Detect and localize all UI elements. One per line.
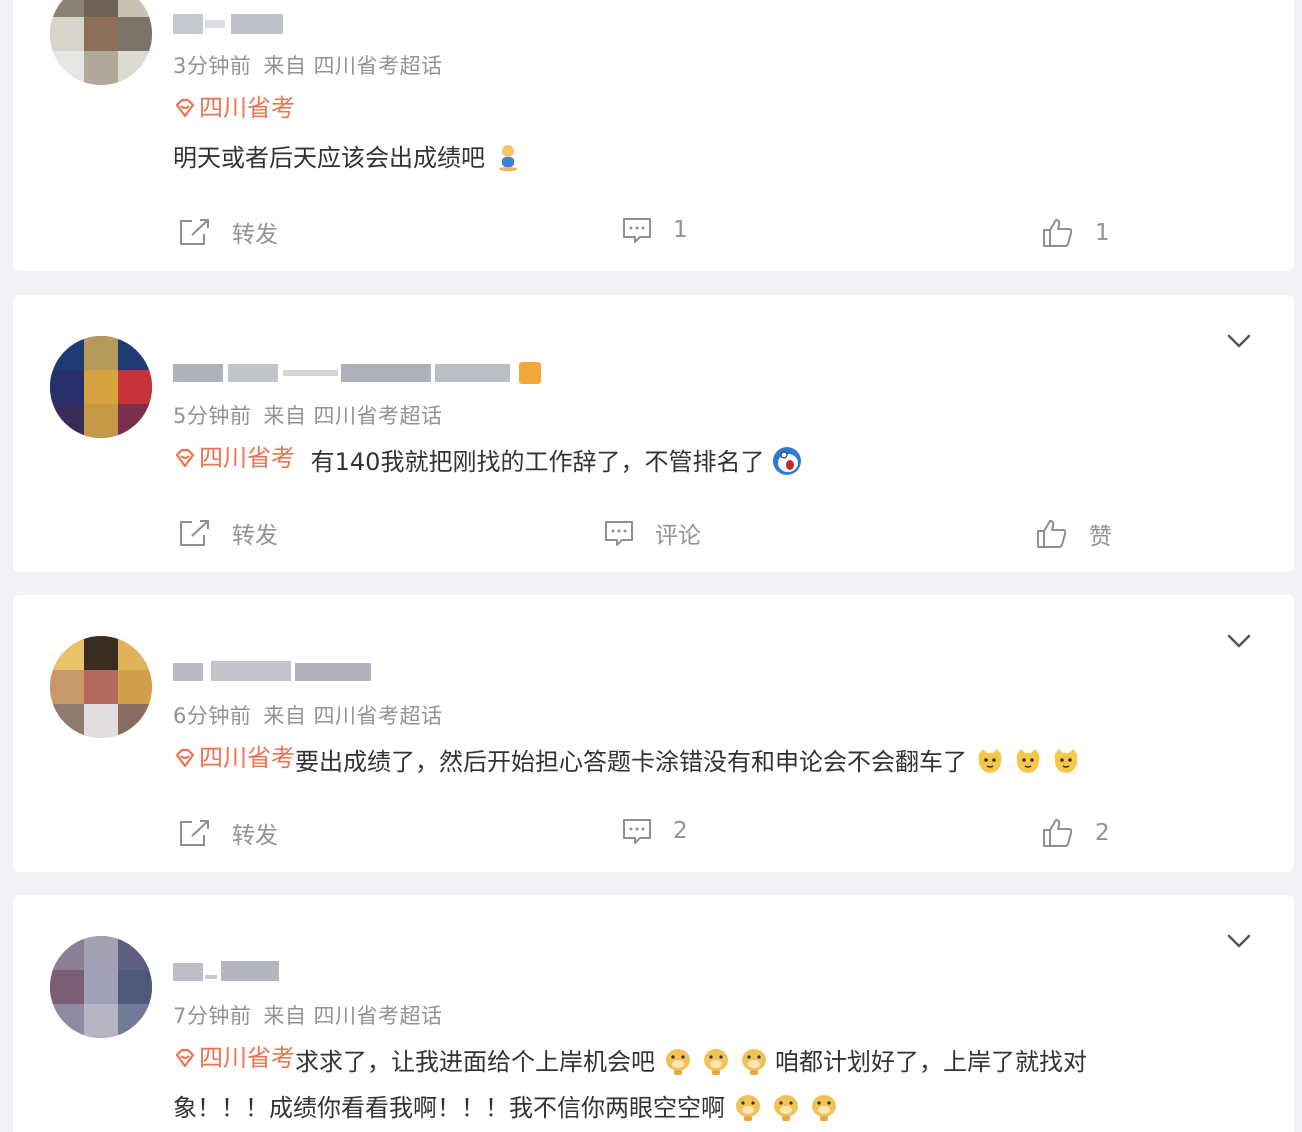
- content-text: 明天或者后天应该会出成绩吧: [173, 144, 485, 172]
- thumbs-up-icon: [1043, 219, 1073, 247]
- avatar[interactable]: [50, 336, 152, 438]
- chevron-down-icon[interactable]: [1224, 626, 1254, 656]
- post-time[interactable]: 6分钟前: [173, 704, 251, 728]
- like-count: 1: [1095, 220, 1110, 246]
- comment-icon: [623, 819, 651, 844]
- repost-button[interactable]: 转发: [178, 215, 278, 249]
- like-label: 赞: [1089, 524, 1112, 550]
- cat-emoji-icon: [1016, 749, 1040, 773]
- cat-emoji-icon: [978, 749, 1002, 773]
- chevron-down-icon[interactable]: [1224, 926, 1254, 956]
- super-topic-icon: [175, 748, 195, 768]
- figure-emoji-icon: [499, 145, 517, 171]
- avatar[interactable]: [50, 936, 152, 1038]
- repost-label: 转发: [232, 523, 278, 549]
- post-card: 5分钟前 来自 四川省考超话 四川省考 有140我就把刚找的工作辞了，不管排名了 …: [13, 295, 1294, 572]
- post-meta: 5分钟前 来自 四川省考超话: [173, 400, 443, 430]
- comment-label: 评论: [655, 523, 701, 549]
- post-time[interactable]: 5分钟前: [173, 404, 251, 428]
- post-meta: 7分钟前 来自 四川省考超话: [173, 1000, 443, 1030]
- comment-icon: [623, 218, 651, 243]
- comment-count: 2: [673, 818, 688, 844]
- thumbs-up-icon: [1043, 819, 1073, 847]
- comment-count: 1: [673, 217, 688, 243]
- avatar[interactable]: [50, 0, 152, 85]
- repost-label: 转发: [232, 222, 278, 248]
- post-content: 四川省考: [173, 83, 295, 137]
- topic-link[interactable]: 四川省考: [173, 433, 295, 483]
- username-blurred[interactable]: [173, 358, 553, 384]
- username-blurred[interactable]: [173, 657, 383, 683]
- content-text: 要出成绩了，然后开始担心答题卡涂错没有和申论会不会翻车了: [295, 748, 967, 776]
- post-time[interactable]: 7分钟前: [173, 1004, 251, 1028]
- like-button[interactable]: 2: [1041, 817, 1110, 849]
- comment-button[interactable]: 评论: [603, 516, 701, 550]
- super-topic-icon: [175, 98, 195, 118]
- topic-link[interactable]: 四川省考: [173, 1033, 295, 1083]
- username-blurred[interactable]: [173, 10, 293, 36]
- repost-button[interactable]: 转发: [178, 816, 278, 850]
- content-text: 咱都计划好了，上岸了就找对: [775, 1048, 1087, 1076]
- post-content: 四川省考 要出成绩了，然后开始担心答题卡涂错没有和申论会不会翻车了: [173, 733, 1081, 787]
- doge-pray-emoji-icon: [742, 1049, 766, 1075]
- username-blurred[interactable]: [173, 957, 293, 983]
- chevron-down-icon[interactable]: [1224, 326, 1254, 356]
- repost-icon: [180, 820, 209, 846]
- comment-button[interactable]: 1: [621, 215, 688, 245]
- content-text: 象！！！成绩你看看我啊！！！我不信你两眼空空啊: [173, 1094, 725, 1122]
- comment-icon: [605, 521, 633, 546]
- doge-pray-emoji-icon: [736, 1095, 760, 1121]
- post-card: 3分钟前 来自 四川省考超话 四川省考 明天或者后天应该会出成绩吧 转发 1 1: [13, 0, 1294, 271]
- repost-button[interactable]: 转发: [178, 516, 278, 550]
- post-content: 四川省考 求求了，让我进面给个上岸机会吧 咱都计划好了，上岸了就找对: [173, 1033, 1087, 1087]
- post-meta: 6分钟前 来自 四川省考超话: [173, 700, 443, 730]
- doge-pray-emoji-icon: [812, 1095, 836, 1121]
- post-content: 四川省考 有140我就把刚找的工作辞了，不管排名了: [173, 433, 802, 487]
- post-source[interactable]: 来自 四川省考超话: [263, 1004, 442, 1028]
- repost-label: 转发: [232, 823, 278, 849]
- post-content: 象！！！成绩你看看我啊！！！我不信你两眼空空啊: [173, 1083, 839, 1132]
- post-meta: 3分钟前 来自 四川省考超话: [173, 50, 443, 80]
- content-text: 有140我就把刚找的工作辞了，不管排名了: [310, 448, 765, 476]
- repost-icon: [180, 520, 209, 546]
- topic-label: 四川省考: [199, 94, 295, 122]
- avatar[interactable]: [50, 636, 152, 738]
- doge-pray-emoji-icon: [774, 1095, 798, 1121]
- comment-button[interactable]: 2: [621, 816, 688, 846]
- post-card: 6分钟前 来自 四川省考超话 四川省考 要出成绩了，然后开始担心答题卡涂错没有和申…: [13, 595, 1294, 872]
- doraemon-emoji-icon: [773, 447, 802, 475]
- doge-pray-emoji-icon: [666, 1049, 690, 1075]
- post-time[interactable]: 3分钟前: [173, 54, 251, 78]
- topic-link[interactable]: 四川省考: [173, 733, 295, 783]
- topic-label: 四川省考: [199, 1044, 295, 1072]
- super-topic-icon: [175, 1048, 195, 1068]
- repost-icon: [180, 219, 209, 245]
- post-source[interactable]: 来自 四川省考超话: [263, 54, 442, 78]
- thumbs-up-icon: [1037, 520, 1067, 548]
- doge-pray-emoji-icon: [704, 1049, 728, 1075]
- post-source[interactable]: 来自 四川省考超话: [263, 704, 442, 728]
- like-button[interactable]: 赞: [1035, 517, 1112, 551]
- post-card: 7分钟前 来自 四川省考超话 四川省考 求求了，让我进面给个上岸机会吧 咱都计划好了…: [13, 895, 1294, 1132]
- like-count: 2: [1095, 820, 1110, 846]
- post-source[interactable]: 来自 四川省考超话: [263, 404, 442, 428]
- topic-label: 四川省考: [199, 444, 295, 472]
- topic-link[interactable]: 四川省考: [173, 83, 295, 133]
- like-button[interactable]: 1: [1041, 217, 1110, 249]
- post-content: 明天或者后天应该会出成绩吧: [173, 133, 523, 183]
- weibo-comment-feed: 3分钟前来自 四川省考超话 四川省考 明天或者后天应该会出成绩吧 转发 1 1: [0, 0, 1302, 1132]
- content-text: 求求了，让我进面给个上岸机会吧: [295, 1048, 655, 1076]
- cat-emoji-icon: [1054, 749, 1078, 773]
- super-topic-icon: [175, 448, 195, 468]
- topic-label: 四川省考: [199, 744, 295, 772]
